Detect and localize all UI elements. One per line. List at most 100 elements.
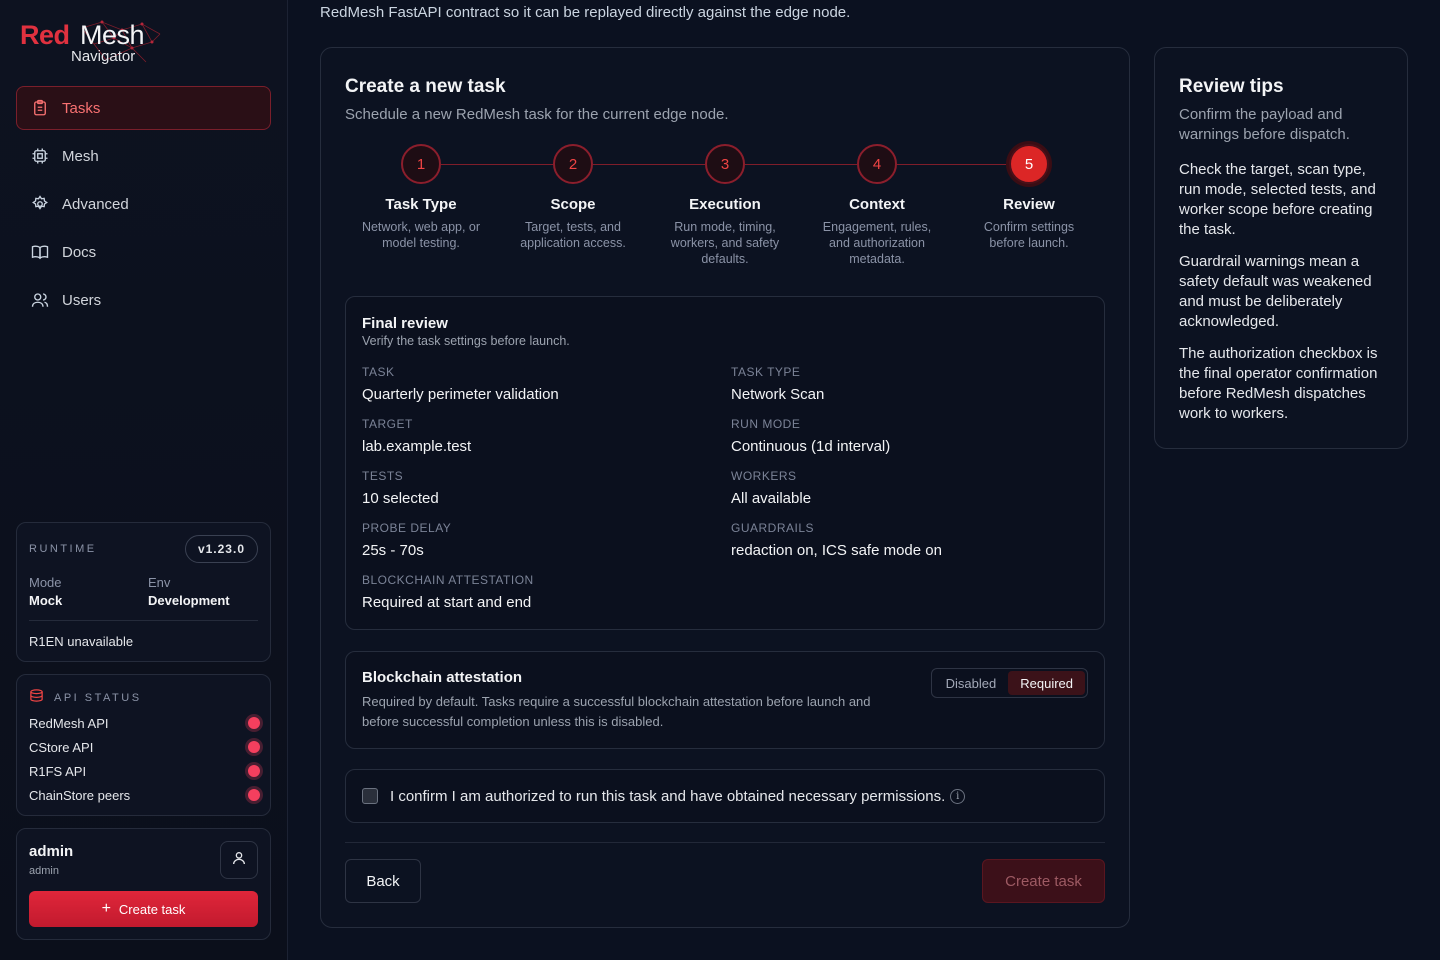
field-value: 10 selected xyxy=(362,490,439,507)
create-task-label: Create task xyxy=(118,901,186,917)
clipboard-icon xyxy=(30,98,50,118)
status-dot xyxy=(248,717,260,729)
api-status-label: API STATUS xyxy=(54,692,142,704)
status-dot xyxy=(248,741,260,753)
sidebar: Red Mesh Navigator Tasks Mesh Advanced D… xyxy=(0,0,288,960)
field-label: TASK xyxy=(362,365,395,379)
brand-logo[interactable]: Red Mesh Navigator xyxy=(20,20,161,72)
cpu-icon xyxy=(30,146,50,166)
step-review[interactable]: 5 Review Confirm settings before launch. xyxy=(959,144,1099,251)
step-title: Context xyxy=(849,196,905,213)
attestation-title: Blockchain attestation xyxy=(362,669,523,686)
field-value: Network Scan xyxy=(731,386,825,403)
step-number: 4 xyxy=(857,144,897,184)
api-status-header: API STATUS xyxy=(29,688,142,708)
attestation-option-disabled[interactable]: Disabled xyxy=(934,671,1009,695)
env-label: Env xyxy=(148,575,171,590)
review-tips-panel: Review tips Confirm the payload and warn… xyxy=(1154,47,1408,449)
field-value: All available xyxy=(731,490,812,507)
sidebar-item-docs[interactable]: Docs xyxy=(16,230,271,274)
authorization-checkbox[interactable] xyxy=(362,788,378,804)
step-title: Task Type xyxy=(385,196,457,213)
authorization-text[interactable]: I confirm I am authorized to run this ta… xyxy=(390,788,945,805)
api-name: ChainStore peers xyxy=(29,787,131,803)
mode-label: Mode xyxy=(29,575,62,590)
api-name: R1FS API xyxy=(29,763,87,779)
footer-divider xyxy=(345,842,1105,843)
tips-title: Review tips xyxy=(1179,76,1284,97)
step-number: 5 xyxy=(1009,144,1049,184)
review-field-task: TASK Quarterly perimeter validation xyxy=(362,365,702,403)
tip-item: Check the target, scan type, run mode, s… xyxy=(1179,161,1376,238)
field-label: BLOCKCHAIN ATTESTATION xyxy=(362,573,534,587)
back-button[interactable]: Back xyxy=(345,859,421,903)
field-label: WORKERS xyxy=(731,469,797,483)
brand-subtitle: Navigator xyxy=(71,48,136,65)
step-execution[interactable]: 3 Execution Run mode, timing, workers, a… xyxy=(655,144,795,267)
field-value: Continuous (1d interval) xyxy=(731,438,891,455)
page-title: Create a new task xyxy=(345,76,506,97)
field-label: PROBE DELAY xyxy=(362,521,452,535)
review-field-run-mode: RUN MODE Continuous (1d interval) xyxy=(731,417,1071,455)
gear-icon xyxy=(30,194,50,214)
step-desc: Confirm settings before launch. xyxy=(983,220,1075,250)
sidebar-item-label: Users xyxy=(62,291,102,309)
api-status-row: R1FS API xyxy=(29,761,260,781)
step-scope[interactable]: 2 Scope Target, tests, and application a… xyxy=(503,144,643,251)
intro-text: RedMesh FastAPI contract so it can be re… xyxy=(320,4,851,21)
sidebar-item-mesh[interactable]: Mesh xyxy=(16,134,271,178)
user-role: admin xyxy=(29,865,59,877)
profile-button[interactable] xyxy=(220,841,258,879)
field-value: Required at start and end xyxy=(362,594,532,611)
sidebar-item-advanced[interactable]: Advanced xyxy=(16,182,271,226)
env-value: Development xyxy=(148,593,230,608)
review-field-workers: WORKERS All available xyxy=(731,469,1071,507)
attestation-option-required[interactable]: Required xyxy=(1008,671,1085,695)
sidebar-item-tasks[interactable]: Tasks xyxy=(16,86,271,130)
review-field-blockchain: BLOCKCHAIN ATTESTATION Required at start… xyxy=(362,573,702,611)
api-name: CStore API xyxy=(29,739,94,755)
database-icon xyxy=(29,688,44,708)
field-label: GUARDRAILS xyxy=(731,521,815,535)
review-field-guardrails: GUARDRAILS redaction on, ICS safe mode o… xyxy=(731,521,1071,559)
create-task-button[interactable]: Create task xyxy=(982,859,1105,903)
sidebar-item-label: Mesh xyxy=(62,147,99,165)
step-number: 1 xyxy=(401,144,441,184)
api-status-row: CStore API xyxy=(29,737,260,757)
step-context[interactable]: 4 Context Engagement, rules, and authori… xyxy=(807,144,947,267)
field-value: redaction on, ICS safe mode on xyxy=(731,542,942,559)
review-title: Final review xyxy=(362,315,448,332)
step-desc: Engagement, rules, and authorization met… xyxy=(822,220,932,266)
field-label: TARGET xyxy=(362,417,413,431)
mode-value: Mock xyxy=(29,593,63,608)
step-title: Execution xyxy=(689,196,761,213)
step-title: Scope xyxy=(550,196,596,213)
tips-subtitle: Confirm the payload and warnings before … xyxy=(1179,106,1350,143)
sidebar-item-users[interactable]: Users xyxy=(16,278,271,322)
wizard-stepper: 1 Task Type Network, web app, or model t… xyxy=(345,144,1105,274)
sidebar-item-label: Tasks xyxy=(62,99,101,117)
step-desc: Network, web app, or model testing. xyxy=(361,220,481,250)
review-field-task-type: TASK TYPE Network Scan xyxy=(731,365,1071,403)
api-name: RedMesh API xyxy=(29,715,109,731)
create-task-card: Create a new task Schedule a new RedMesh… xyxy=(320,47,1130,928)
tip-item: Guardrail warnings mean a safety default… xyxy=(1179,253,1372,330)
step-task-type[interactable]: 1 Task Type Network, web app, or model t… xyxy=(351,144,491,251)
book-icon xyxy=(30,242,50,262)
runtime-panel: RUNTIME v1.23.0 Mode Mock Env Developmen… xyxy=(16,522,271,662)
sidebar-item-label: Advanced xyxy=(62,195,129,213)
sidebar-create-task-button[interactable]: + Create task xyxy=(29,891,258,927)
api-status-row: RedMesh API xyxy=(29,713,260,733)
review-field-target: TARGET lab.example.test xyxy=(362,417,702,455)
status-dot xyxy=(248,765,260,777)
info-icon[interactable]: i xyxy=(950,788,966,804)
final-review-panel: Final review Verify the task settings be… xyxy=(345,296,1105,630)
step-desc: Run mode, timing, workers, and safety de… xyxy=(670,220,780,266)
step-number: 3 xyxy=(705,144,745,184)
blockchain-attestation-panel: Blockchain attestation Required by defau… xyxy=(345,651,1105,749)
plus-icon: + xyxy=(101,900,111,917)
field-label: TASK TYPE xyxy=(731,365,801,379)
step-number: 2 xyxy=(553,144,593,184)
field-value: lab.example.test xyxy=(362,438,472,455)
brand-red: Red xyxy=(20,20,70,50)
